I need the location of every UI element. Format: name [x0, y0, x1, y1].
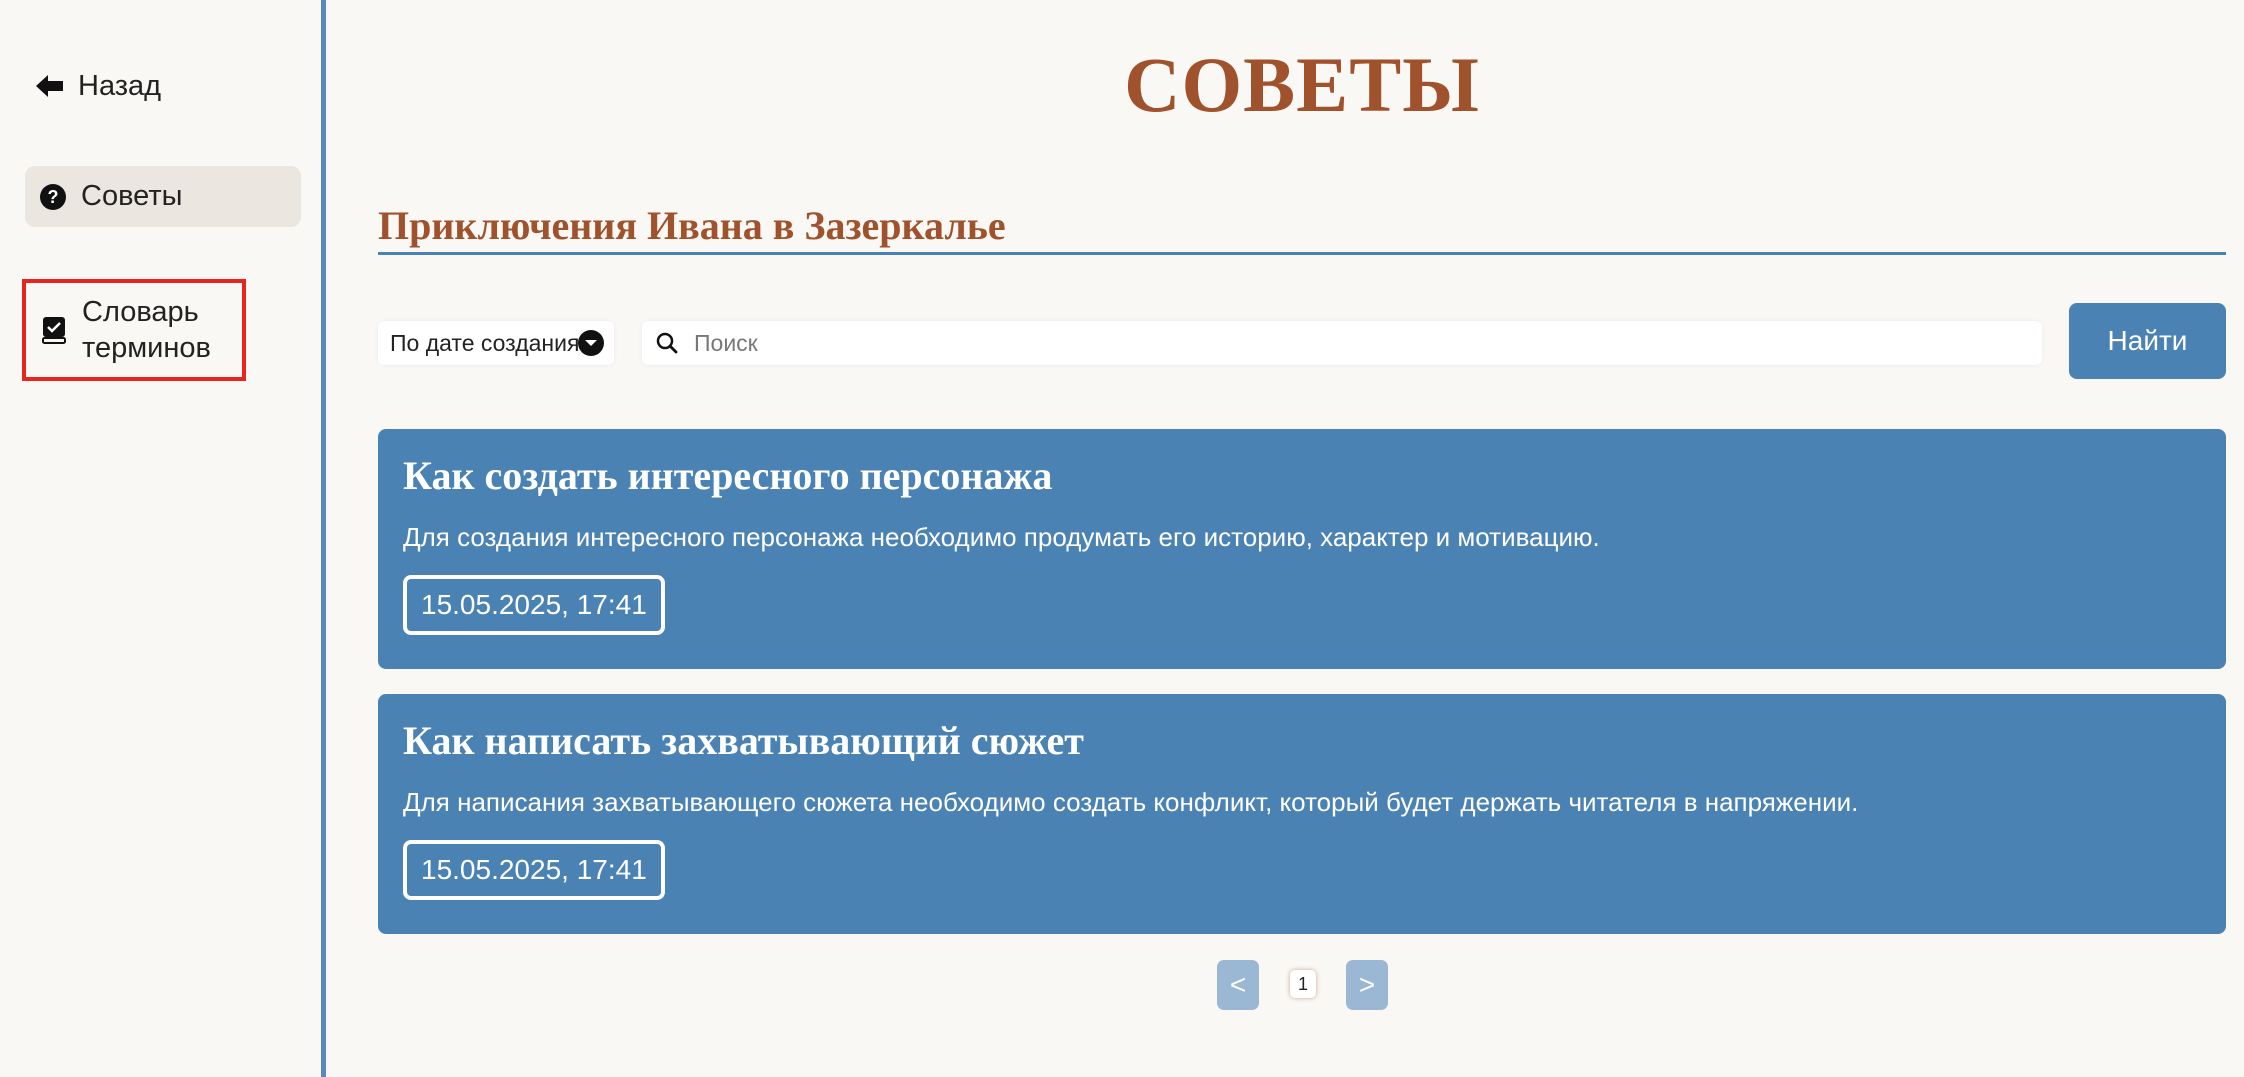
question-circle-icon: ? — [39, 183, 67, 211]
back-button[interactable]: Назад — [36, 64, 161, 108]
tip-card-text: Для написания захватывающего сюжета необ… — [403, 787, 1859, 817]
search-icon — [656, 332, 678, 354]
pagination: < 1 > — [378, 958, 2226, 1010]
main-content: СОВЕТЫ Приключения Ивана в Зазеркалье По… — [378, 0, 2226, 1077]
tip-card-text: Для создания интересного персонажа необх… — [403, 522, 1600, 552]
tip-card-title: Как создать интересного персонажа — [403, 453, 1053, 498]
tip-card-date: 15.05.2025, 17:41 — [403, 575, 665, 635]
back-label: Назад — [78, 69, 162, 102]
search-input[interactable] — [692, 328, 1996, 358]
sidebar: Назад ? Советы Словарь терминов — [0, 0, 326, 1077]
book-check-icon — [40, 316, 68, 344]
book-title: Приключения Ивана в Зазеркалье — [378, 200, 2226, 255]
sidebar-item-dictionary[interactable]: Словарь терминов — [22, 279, 246, 381]
find-button[interactable]: Найти — [2069, 303, 2226, 379]
page-title: СОВЕТЫ — [1124, 41, 1480, 128]
tip-card[interactable]: Как написать захватывающий сюжет Для нап… — [378, 694, 2226, 934]
tip-card-title: Как написать захватывающий сюжет — [403, 718, 1084, 763]
sort-select[interactable]: По дате создания — [378, 321, 614, 365]
svg-text:?: ? — [48, 187, 59, 207]
arrow-left-icon — [36, 72, 64, 100]
prev-page-button[interactable]: < — [1217, 960, 1259, 1010]
toolbar: По дате создания Найти — [378, 303, 2226, 379]
sidebar-item-label: Советы — [81, 180, 183, 212]
sidebar-item-label: Словарь терминов — [82, 296, 211, 364]
tip-card-date: 15.05.2025, 17:41 — [403, 840, 665, 900]
current-page-number[interactable]: 1 — [1290, 970, 1316, 998]
app-page: Назад ? Советы Словарь терминов СОВЕТЫ П… — [0, 0, 2244, 1077]
sort-value: По дате создания — [390, 329, 580, 356]
tip-card[interactable]: Как создать интересного персонажа Для со… — [378, 429, 2226, 669]
next-page-button[interactable]: > — [1346, 960, 1388, 1010]
search-box — [642, 321, 2042, 365]
chevron-down-icon — [578, 330, 604, 356]
sidebar-item-tips[interactable]: ? Советы — [25, 166, 301, 227]
